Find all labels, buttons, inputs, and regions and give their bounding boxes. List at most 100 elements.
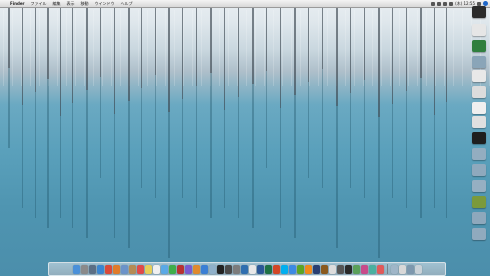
reminders-icon[interactable] — [152, 264, 160, 274]
image-icon[interactable] — [472, 196, 486, 208]
volume-icon[interactable] — [437, 1, 442, 6]
hard-drive-icon[interactable] — [472, 6, 486, 18]
documents-stack-icon[interactable] — [398, 264, 406, 274]
folder-icon[interactable] — [472, 164, 486, 176]
tree-reflection — [210, 73, 212, 218]
flag-icon[interactable] — [449, 1, 454, 6]
tree-trunk — [308, 8, 309, 82]
tree-trunk — [100, 8, 101, 77]
folder-icon[interactable] — [472, 212, 486, 224]
mission-control-icon[interactable] — [88, 264, 96, 274]
desktop-wallpaper — [0, 0, 490, 276]
preview-icon[interactable] — [208, 264, 216, 274]
contacts-icon[interactable] — [128, 264, 136, 274]
tree-trunk — [294, 8, 296, 95]
notes-icon[interactable] — [144, 264, 152, 274]
mail-icon[interactable] — [120, 264, 128, 274]
illustrator-icon[interactable] — [320, 264, 328, 274]
document-icon[interactable] — [472, 24, 486, 36]
trash-icon[interactable] — [414, 264, 422, 274]
tree-trunk — [446, 8, 447, 102]
dropbox-icon[interactable] — [288, 264, 296, 274]
tree-trunk — [406, 8, 407, 91]
facetime-icon[interactable] — [168, 264, 176, 274]
app-icon[interactable] — [352, 264, 360, 274]
photoshop-icon[interactable] — [312, 264, 320, 274]
tree-reflection — [266, 71, 267, 168]
safari-icon[interactable] — [96, 264, 104, 274]
tree-trunk — [350, 8, 351, 93]
app-icon[interactable] — [472, 40, 486, 52]
folder-icon[interactable] — [472, 148, 486, 160]
tree-reflection — [35, 92, 36, 218]
applications-stack-icon[interactable] — [390, 264, 398, 274]
wifi-icon[interactable] — [431, 1, 436, 6]
excel-icon[interactable] — [264, 264, 272, 274]
tree-trunk — [72, 8, 73, 103]
app-icon[interactable] — [360, 264, 368, 274]
app-store-icon[interactable] — [200, 264, 208, 274]
textedit-icon[interactable] — [248, 264, 256, 274]
itunes-icon[interactable] — [184, 264, 192, 274]
activity-monitor-icon[interactable] — [224, 264, 232, 274]
document-icon[interactable] — [472, 70, 486, 82]
photo-booth-icon[interactable] — [176, 264, 184, 274]
menu-help[interactable]: ヘルプ — [118, 1, 136, 7]
word-icon[interactable] — [256, 264, 264, 274]
document-icon[interactable] — [472, 116, 486, 128]
menu-edit[interactable]: 編集 — [50, 1, 64, 7]
folder-icon[interactable] — [472, 180, 486, 192]
app-icon[interactable] — [368, 264, 376, 274]
evernote-icon[interactable] — [296, 264, 304, 274]
tree-trunk — [141, 8, 142, 88]
tree-reflection — [72, 103, 73, 228]
messages-icon[interactable] — [160, 264, 168, 274]
menu-app-name[interactable]: Finder — [7, 1, 28, 6]
dock-separator — [386, 264, 388, 274]
firefox-icon[interactable] — [112, 264, 120, 274]
menu-file[interactable]: ファイル — [28, 1, 50, 7]
battery-icon[interactable] — [443, 1, 448, 6]
clock-icon[interactable] — [328, 264, 336, 274]
document-icon[interactable] — [472, 86, 486, 98]
tree-trunk — [224, 8, 225, 110]
tree-reflection — [336, 106, 338, 248]
launchpad-icon[interactable] — [80, 264, 88, 274]
tree-reflection — [60, 116, 61, 218]
tree-reflection — [280, 108, 281, 228]
downloads-stack-icon[interactable] — [406, 264, 414, 274]
tree-reflection — [8, 68, 10, 148]
terminal-icon[interactable] — [472, 132, 486, 144]
tree-trunk — [434, 8, 435, 115]
tree-reflection — [86, 90, 88, 238]
calendar-icon[interactable] — [136, 264, 144, 274]
tree-reflection — [294, 95, 296, 238]
system-preferences-icon[interactable] — [232, 264, 240, 274]
menu-window[interactable]: ウインドウ — [92, 1, 118, 7]
finder-icon[interactable] — [72, 264, 80, 274]
dashboard-icon[interactable] — [344, 264, 352, 274]
powerpoint-icon[interactable] — [272, 264, 280, 274]
app-icon[interactable] — [376, 264, 384, 274]
xcode-icon[interactable] — [240, 264, 248, 274]
tree-trunk — [128, 8, 130, 101]
tree-trunk — [60, 8, 61, 116]
tree-reflection — [308, 82, 309, 178]
calculator-icon[interactable] — [336, 264, 344, 274]
folder-icon[interactable] — [472, 228, 486, 240]
user-icon[interactable] — [477, 1, 481, 6]
vlc-icon[interactable] — [304, 264, 312, 274]
folder-icon[interactable] — [472, 56, 486, 68]
skype-icon[interactable] — [280, 264, 288, 274]
ibooks-icon[interactable] — [192, 264, 200, 274]
document-icon[interactable] — [472, 102, 486, 114]
tree-reflection — [47, 79, 49, 228]
tree-reflection — [420, 78, 422, 218]
terminal-icon[interactable] — [216, 264, 224, 274]
tree-reflection — [378, 117, 380, 258]
tree-reflection — [434, 115, 435, 208]
tree-reflection — [252, 84, 254, 228]
chrome-icon[interactable] — [104, 264, 112, 274]
menu-view[interactable]: 表示 — [64, 1, 78, 7]
menu-go[interactable]: 移動 — [78, 1, 92, 7]
